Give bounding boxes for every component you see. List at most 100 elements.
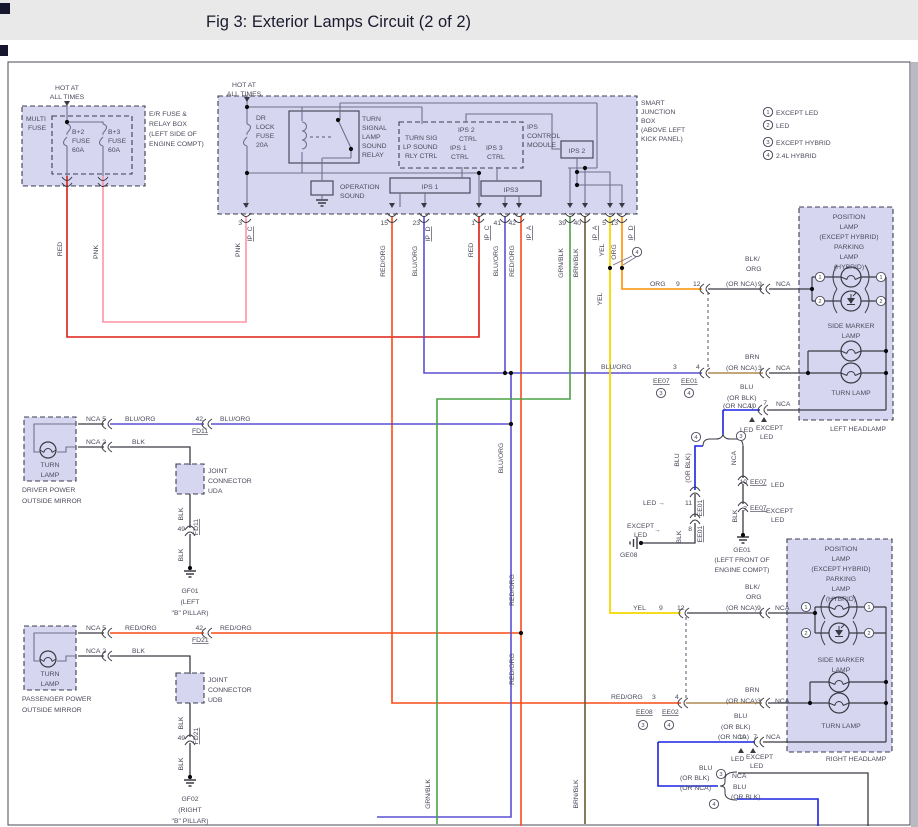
diagram-label: NCA — [776, 365, 791, 372]
diagram-label: FUSE — [28, 125, 47, 132]
wire-blu — [694, 445, 703, 490]
diagram-label: SIDE MARKER — [818, 657, 865, 664]
junction-dot — [582, 165, 588, 171]
diagram-label: 49 — [177, 735, 185, 742]
diagram-label: NCA — [776, 401, 791, 408]
diagram-label: 60A — [72, 147, 85, 154]
diagram-label: IPS 2 — [458, 127, 475, 134]
diagram-label: RELAY BOX — [149, 121, 187, 128]
diagram-label: 5 — [102, 416, 106, 423]
diagram-label: → — [654, 527, 661, 534]
arrow-icon — [761, 417, 767, 422]
wire-blk — [110, 446, 191, 465]
diagram-label: NCA — [86, 439, 101, 446]
diagram-label: (HYBRID) — [826, 596, 856, 603]
page: Fig 3: Exterior Lamps Circuit (2 of 2) H… — [0, 0, 918, 827]
ground-icon — [184, 570, 196, 578]
diagram-label: IPS3 — [504, 187, 519, 194]
diagram-label: PNK — [235, 243, 242, 257]
arrow-icon — [750, 748, 756, 753]
diagram-label: DRIVER POWER — [22, 487, 75, 494]
diagram-label: (OR NCA) — [726, 281, 757, 288]
diagram-label: FUSE — [256, 133, 275, 140]
ground-icon — [737, 536, 749, 544]
diagram-label: CONTROL — [527, 133, 560, 140]
diagram-label: YEL — [597, 292, 604, 305]
diagram-label: 2 — [102, 439, 106, 446]
diagram-label: 4 — [696, 364, 700, 371]
diagram-label: (RIGHT — [178, 807, 201, 814]
junction-dot — [335, 117, 341, 123]
diagram-label: (ABOVE LEFT — [641, 127, 685, 134]
junction-dot — [476, 170, 482, 176]
diagram-label: BLU — [674, 453, 681, 466]
scrollbar[interactable] — [911, 62, 918, 827]
legend-label: EXCEPT HYBRID — [776, 140, 831, 147]
bulb-icon — [828, 671, 850, 693]
diagram-label: GF02 — [182, 796, 199, 803]
diagram-label: 10 — [738, 734, 746, 741]
diagram-label: LED — [750, 763, 763, 770]
diagram-label: 7 — [743, 506, 747, 513]
diagram-label: ALL TIMES — [50, 94, 85, 101]
diagram-label: IPS 2 — [569, 148, 586, 155]
diagram-label: 9 — [659, 605, 663, 612]
bulb-icon — [39, 650, 57, 668]
bulb-icon — [840, 340, 862, 362]
diagram-label: PARKING — [826, 576, 856, 583]
bulb-icon — [828, 692, 850, 714]
diagram-label: KICK PANEL) — [641, 136, 683, 143]
diagram-label: (EXCEPT HYBRID) — [811, 566, 870, 573]
diagram-label: HOT AT — [232, 82, 256, 89]
wiring-diagram: Fig 3: Exterior Lamps Circuit (2 of 2) H… — [0, 0, 918, 827]
junction-dot — [187, 774, 193, 780]
diagram-label: 10 — [748, 403, 756, 410]
diagram-label: NCA — [86, 648, 101, 655]
diagram-label: EE01 — [681, 378, 698, 385]
diagram-label: EE07 — [653, 378, 670, 385]
circled-number-text: 2 — [867, 631, 870, 637]
diagram-label: IP_D — [425, 226, 432, 241]
diagram-label: RED/ORG — [509, 653, 516, 685]
diagram-label: EXCEPT — [766, 508, 793, 515]
diagram-label: GRN/BLK — [425, 779, 432, 809]
diagram-label: CTRL — [451, 154, 469, 161]
diagram-label: E/R FUSE & — [149, 111, 187, 118]
diagram-label: 39 — [558, 220, 566, 227]
diagram-label: (OR NCA) — [680, 785, 711, 792]
diagram-label: JOINT — [208, 677, 228, 684]
diagram-label: SIDE MARKER — [828, 323, 875, 330]
diagram-label: 7 — [763, 400, 767, 407]
diagram-label: IPS 1 — [450, 145, 467, 152]
diagram-label: FD21 — [193, 727, 200, 744]
diagram-label: BLU/ORG — [125, 416, 156, 423]
diagram-label: FD11 — [193, 519, 200, 535]
diagram-label: UDA — [208, 488, 223, 495]
diagram-label: 1 — [471, 220, 475, 227]
diagram-label: (OR NCA) — [726, 698, 757, 705]
diagram-label: EXCEPT — [627, 523, 654, 530]
diagram-label: 60A — [108, 147, 121, 154]
diagram-label: BLU — [734, 713, 747, 720]
diagram-label: RED/ORG — [125, 625, 157, 632]
diagram-label: FUSE — [72, 138, 91, 145]
diagram-label: 9 — [758, 281, 762, 288]
legend-label: EXCEPT LED — [776, 110, 818, 117]
diagram-label: BLU/ORG — [498, 443, 505, 474]
diagram-label: 3 — [673, 364, 677, 371]
junction-dot — [740, 532, 746, 538]
bulb-icon — [39, 441, 57, 459]
diagram-label: GF01 — [182, 588, 199, 595]
diagram-label: IP_D — [628, 225, 635, 240]
diagram-label: DR — [256, 115, 266, 122]
diagram-label: POSITION — [833, 214, 866, 221]
junction-dot — [607, 265, 613, 271]
diagram-label: (LEFT SIDE OF — [149, 131, 197, 138]
junction-dot — [244, 170, 250, 176]
arrow-icon — [749, 417, 755, 422]
diagram-label: TURN LAMP — [821, 723, 861, 730]
diagram-label: → — [658, 500, 665, 507]
diagram-label: EE02 — [662, 709, 679, 716]
junction-dot — [805, 370, 811, 376]
diagram-label: (LEFT FRONT OF — [714, 557, 769, 564]
